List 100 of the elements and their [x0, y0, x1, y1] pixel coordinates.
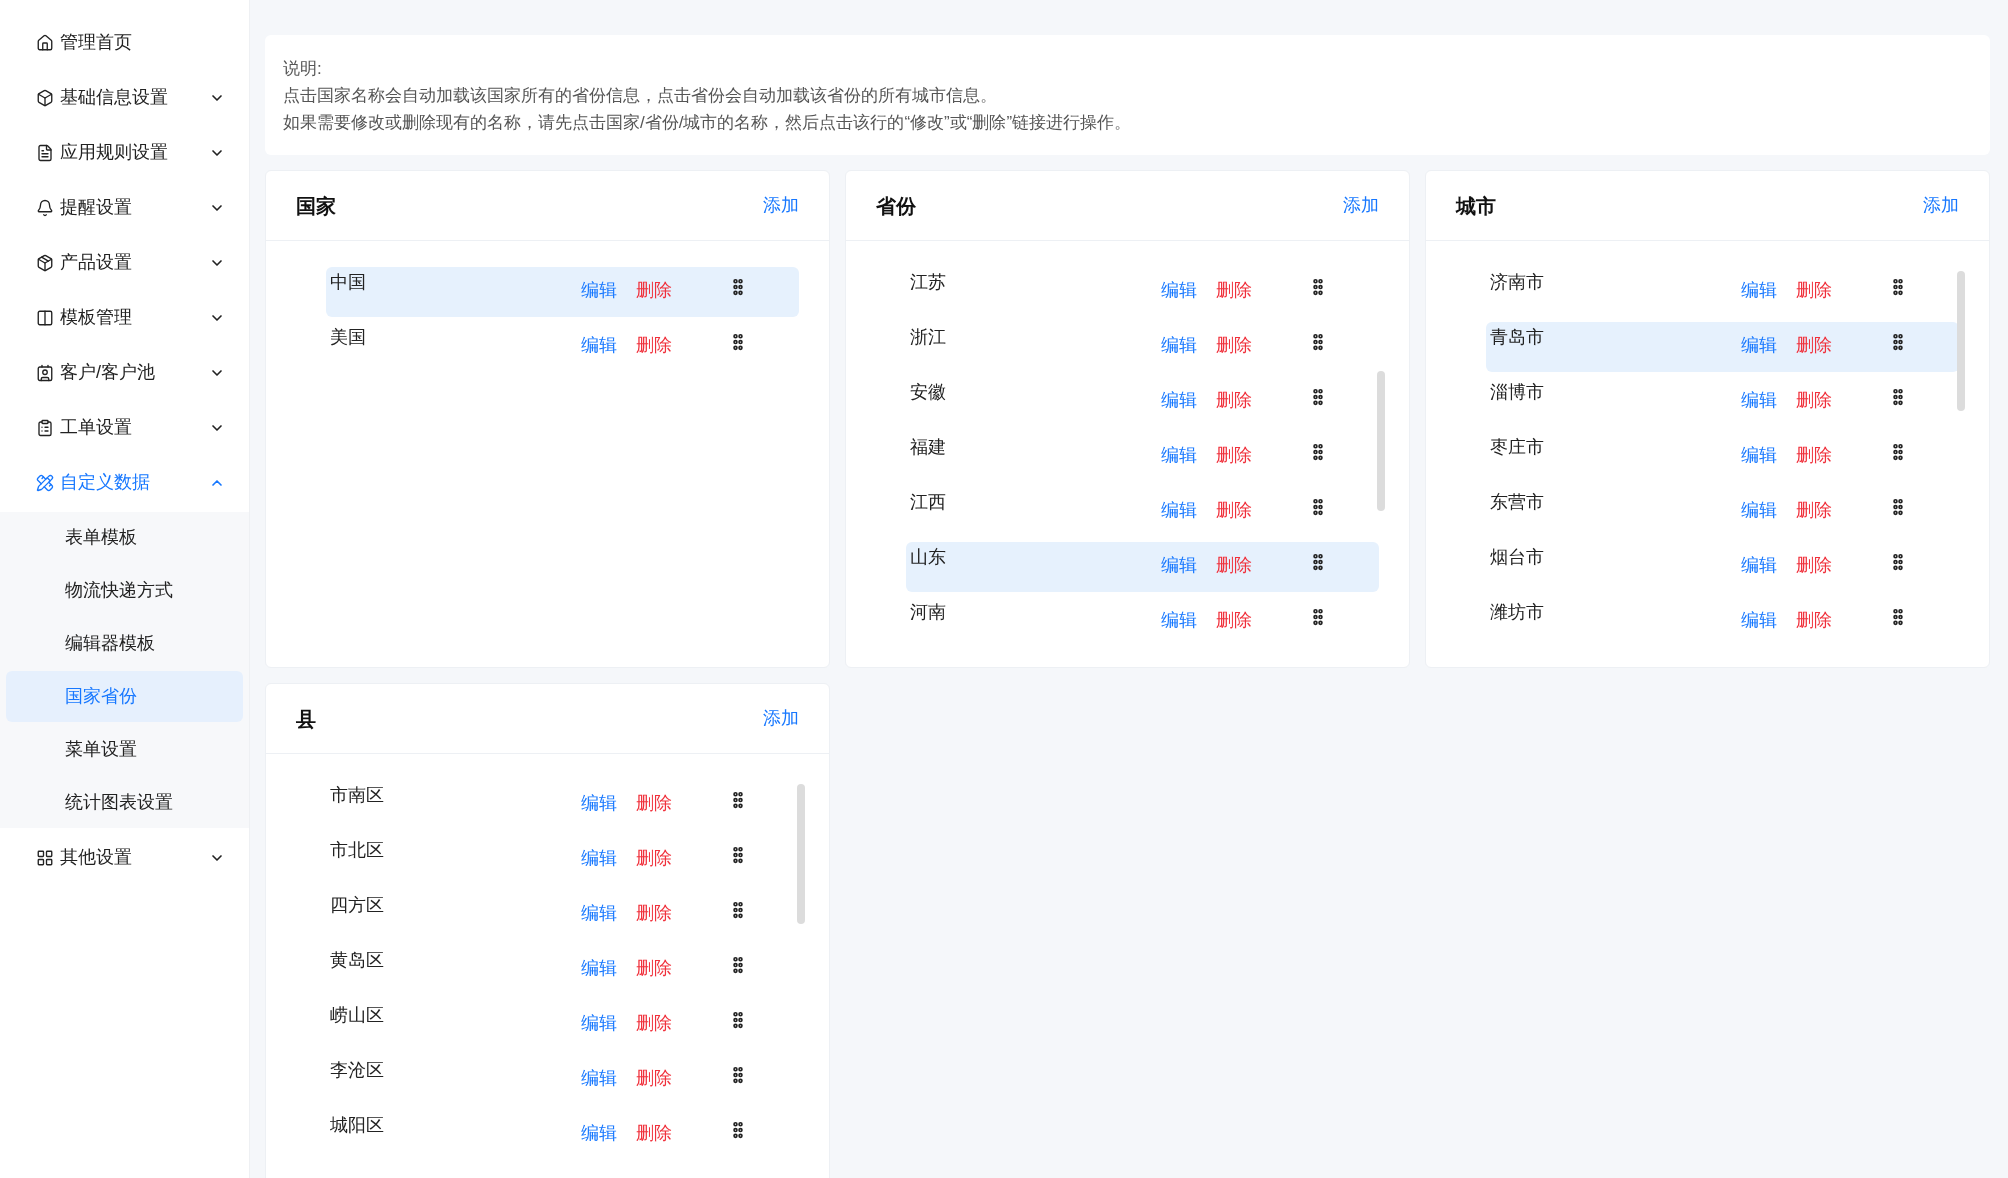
sidebar-item[interactable]: 提醒设置	[0, 180, 249, 235]
submenu-item[interactable]: 编辑器模板	[6, 618, 243, 669]
sidebar-item[interactable]: 其他设置	[0, 830, 249, 885]
edit-link[interactable]: 编辑	[1161, 387, 1216, 414]
sidebar-item[interactable]: 客户/客户池	[0, 345, 249, 400]
delete-link[interactable]: 删除	[636, 900, 728, 927]
edit-link[interactable]: 编辑	[1161, 442, 1216, 469]
edit-link[interactable]: 编辑	[1161, 552, 1216, 579]
sidebar-item[interactable]: 工单设置	[0, 400, 249, 455]
list-row[interactable]: 市南区 编辑 删除	[326, 780, 799, 830]
list-row[interactable]: 枣庄市 编辑 删除	[1486, 432, 1959, 482]
submenu-item[interactable]: 表单模板	[6, 512, 243, 563]
panel-title: 县	[296, 706, 316, 732]
delete-link[interactable]: 删除	[636, 277, 728, 304]
edit-link[interactable]: 编辑	[1741, 277, 1796, 304]
add-link[interactable]: 添加	[763, 705, 799, 732]
edit-link[interactable]: 编辑	[1741, 387, 1796, 414]
name-text: 枣庄市	[1489, 436, 1545, 459]
list-row[interactable]: 山东 编辑 删除	[906, 542, 1379, 592]
note-text: 点击国家名称会自动加载该国家所有的省份信息，点击省份会自动加载该省份的所有城市信息。	[283, 85, 998, 107]
edit-link[interactable]: 编辑	[1741, 442, 1796, 469]
edit-link[interactable]: 编辑	[1161, 607, 1216, 634]
sidebar-item[interactable]: 应用规则设置	[0, 125, 249, 180]
delete-link[interactable]: 删除	[1796, 332, 1888, 359]
delete-link[interactable]: 删除	[1216, 277, 1308, 304]
list-row[interactable]: 济南市 编辑 删除	[1486, 267, 1959, 317]
list-row[interactable]: 浙江 编辑 删除	[906, 322, 1379, 372]
scrollbar-thumb[interactable]	[1377, 371, 1385, 511]
delete-link[interactable]: 删除	[1216, 552, 1308, 579]
list-row[interactable]: 淄博市 编辑 删除	[1486, 377, 1959, 427]
add-link[interactable]: 添加	[763, 192, 799, 219]
scrollbar-thumb[interactable]	[797, 784, 805, 924]
sidebar-item[interactable]: 自定义数据	[0, 455, 249, 510]
name-text: 东营市	[1489, 491, 1545, 514]
list-row[interactable]: 市北区 编辑 删除	[326, 835, 799, 885]
name-text: 市南区	[329, 784, 385, 807]
delete-link[interactable]: 删除	[1216, 442, 1308, 469]
edit-link[interactable]: 编辑	[1161, 497, 1216, 524]
edit-link[interactable]: 编辑	[581, 790, 636, 817]
edit-link[interactable]: 编辑	[581, 845, 636, 872]
submenu-item[interactable]: 菜单设置	[6, 724, 243, 775]
sidebar-item[interactable]: 模板管理	[0, 290, 249, 345]
delete-link[interactable]: 删除	[1216, 387, 1308, 414]
list-row[interactable]: 东营市 编辑 删除	[1486, 487, 1959, 537]
edit-link[interactable]: 编辑	[1161, 332, 1216, 359]
sidebar-item[interactable]: 基础信息设置	[0, 70, 249, 125]
list-row[interactable]: 李沧区 编辑 删除	[326, 1055, 799, 1105]
delete-link[interactable]: 删除	[636, 1065, 728, 1092]
edit-link[interactable]: 编辑	[581, 332, 636, 359]
document-icon	[36, 143, 54, 162]
list-row[interactable]: 江西 编辑 删除	[906, 487, 1379, 537]
edit-link[interactable]: 编辑	[1741, 607, 1796, 634]
delete-link[interactable]: 删除	[636, 1120, 728, 1147]
delete-link[interactable]: 删除	[1796, 277, 1888, 304]
sidebar-item[interactable]: 管理首页	[0, 15, 249, 70]
delete-link[interactable]: 删除	[1796, 607, 1888, 634]
edit-link[interactable]: 编辑	[581, 277, 636, 304]
delete-link[interactable]: 删除	[636, 1010, 728, 1037]
edit-link[interactable]: 编辑	[581, 900, 636, 927]
list-row[interactable]: 美国 编辑 删除	[326, 322, 799, 372]
edit-link[interactable]: 编辑	[1741, 497, 1796, 524]
edit-link[interactable]: 编辑	[581, 1010, 636, 1037]
edit-link[interactable]: 编辑	[581, 1120, 636, 1147]
list-row[interactable]: 崂山区 编辑 删除	[326, 1000, 799, 1050]
delete-link[interactable]: 删除	[636, 845, 728, 872]
delete-link[interactable]: 删除	[1216, 607, 1308, 634]
submenu-item[interactable]: 物流快递方式	[6, 565, 243, 616]
add-link[interactable]: 添加	[1343, 192, 1379, 219]
list-row[interactable]: 黄岛区 编辑 删除	[326, 945, 799, 995]
list-row[interactable]: 中国 编辑 删除	[326, 267, 799, 317]
delete-link[interactable]: 删除	[1796, 442, 1888, 469]
list-row[interactable]: 青岛市 编辑 删除	[1486, 322, 1959, 372]
delete-link[interactable]: 删除	[636, 955, 728, 982]
delete-link[interactable]: 删除	[1796, 552, 1888, 579]
sidebar-item[interactable]: 产品设置	[0, 235, 249, 290]
name-text: 福建	[909, 436, 947, 459]
delete-link[interactable]: 删除	[1796, 387, 1888, 414]
list-row[interactable]: 城阳区 编辑 删除	[326, 1110, 799, 1160]
delete-link[interactable]: 删除	[1796, 497, 1888, 524]
list-row[interactable]: 烟台市 编辑 删除	[1486, 542, 1959, 592]
delete-link[interactable]: 删除	[1216, 332, 1308, 359]
list-row[interactable]: 河南 编辑 删除	[906, 597, 1379, 647]
scrollbar-thumb[interactable]	[1957, 271, 1965, 411]
edit-link[interactable]: 编辑	[1161, 277, 1216, 304]
pencil-ruler-icon	[36, 473, 54, 492]
delete-link[interactable]: 删除	[1216, 497, 1308, 524]
edit-link[interactable]: 编辑	[1741, 332, 1796, 359]
list-row[interactable]: 江苏 编辑 删除	[906, 267, 1379, 317]
delete-link[interactable]: 删除	[636, 790, 728, 817]
edit-link[interactable]: 编辑	[581, 955, 636, 982]
list-row[interactable]: 安徽 编辑 删除	[906, 377, 1379, 427]
list-row[interactable]: 福建 编辑 删除	[906, 432, 1379, 482]
list-row[interactable]: 潍坊市 编辑 删除	[1486, 597, 1959, 647]
add-link[interactable]: 添加	[1923, 192, 1959, 219]
submenu-item[interactable]: 统计图表设置	[6, 777, 243, 828]
list-row[interactable]: 四方区 编辑 删除	[326, 890, 799, 940]
edit-link[interactable]: 编辑	[1741, 552, 1796, 579]
edit-link[interactable]: 编辑	[581, 1065, 636, 1092]
delete-link[interactable]: 删除	[636, 332, 728, 359]
submenu-item[interactable]: 国家省份	[6, 671, 243, 722]
